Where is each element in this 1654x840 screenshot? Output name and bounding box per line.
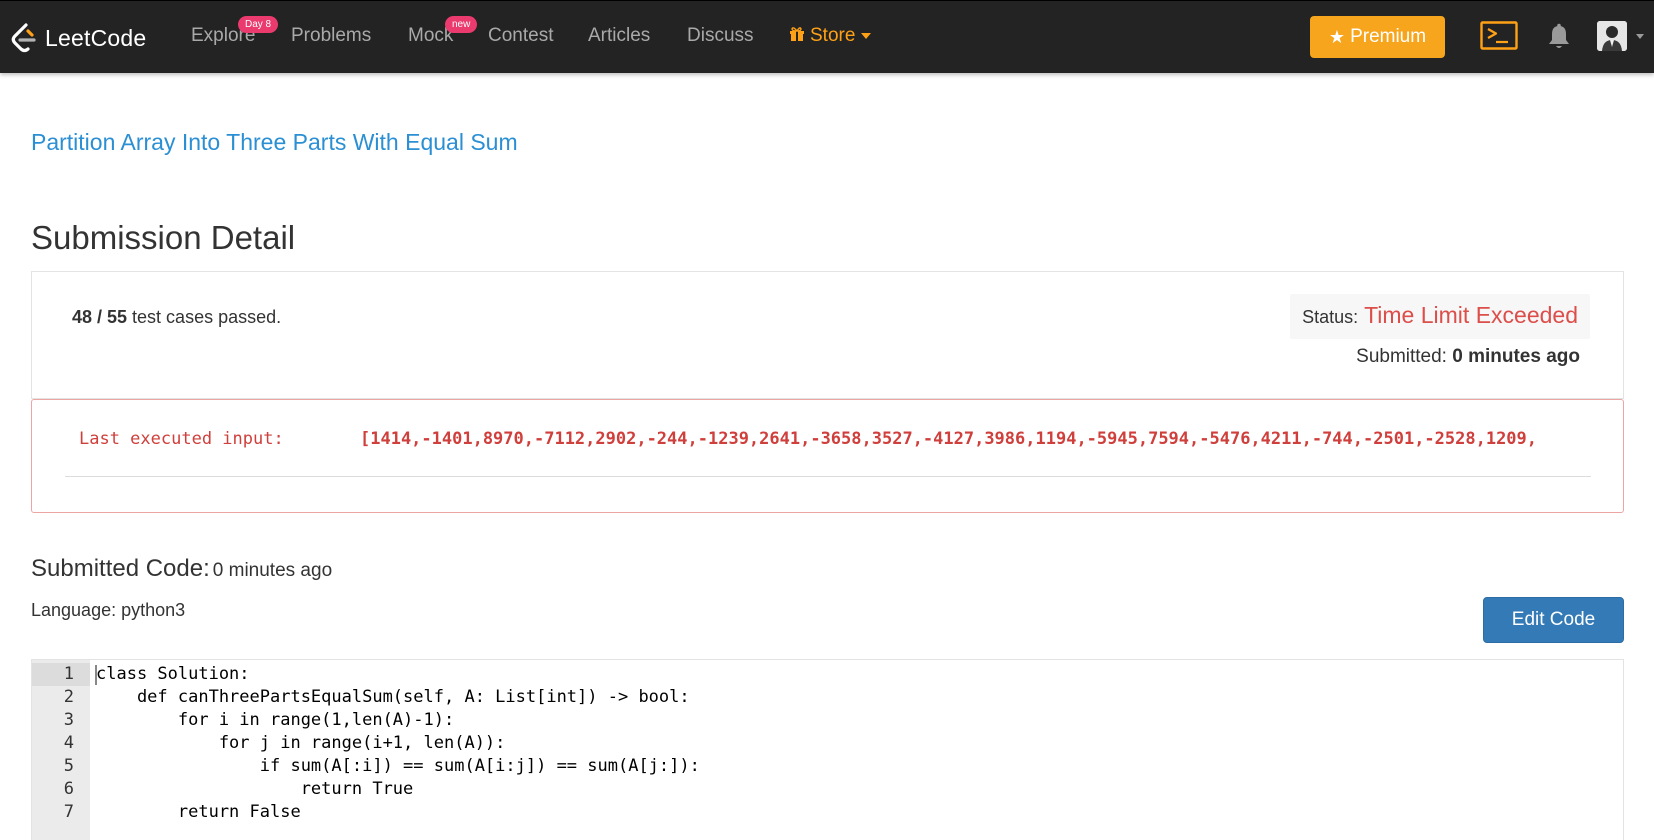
chevron-down-icon — [861, 33, 872, 39]
line-number: 5 — [63, 756, 74, 776]
nav-discuss[interactable]: Discuss — [687, 25, 754, 47]
problem-title-link[interactable]: Partition Array Into Three Parts With Eq… — [31, 129, 518, 156]
submission-summary: 48 / 55 test cases passed. Status: Time … — [31, 271, 1624, 399]
leetcode-logo-icon — [11, 23, 36, 53]
bell-icon[interactable] — [1546, 23, 1572, 51]
line-number: 1 — [63, 664, 74, 684]
submitted-label: Submitted: — [1356, 346, 1447, 367]
line-number: 6 — [63, 779, 74, 799]
status-value[interactable]: Time Limit Exceeded — [1364, 302, 1578, 329]
test-cases-passed: 48 / 55 test cases passed. — [72, 307, 281, 328]
language-label: Language: — [31, 600, 117, 620]
premium-label: Premium — [1350, 26, 1427, 47]
console-icon[interactable] — [1480, 21, 1518, 51]
top-navbar: LeetCode Explore Day 8 Problems Mock new… — [0, 0, 1654, 73]
code-line[interactable]: if sum(A[:i]) == sum(A[i:j]) == sum(A[j:… — [96, 755, 700, 778]
line-number: 3 — [63, 710, 74, 730]
language-value: python3 — [121, 600, 186, 620]
divider — [65, 476, 1591, 477]
avatar-chevron-down-icon[interactable] — [1636, 34, 1644, 39]
code-line[interactable]: for i in range(1,len(A)-1): — [96, 709, 454, 732]
gift-icon — [789, 26, 805, 47]
submitted-time: Submitted: 0 minutes ago — [1356, 346, 1580, 368]
brand-name: LeetCode — [45, 24, 147, 51]
mock-badge: new — [445, 16, 478, 33]
last-input-row: Last executed input: [1414,-1401,8970,-71… — [79, 429, 1587, 449]
status-block: Status: Time Limit Exceeded — [1290, 294, 1590, 339]
brand[interactable]: LeetCode — [10, 18, 146, 58]
premium-button[interactable]: ★ Premium — [1310, 16, 1445, 58]
submitted-code-heading: Submitted Code: 0 minutes ago — [31, 555, 332, 583]
nav-articles[interactable]: Articles — [588, 25, 650, 47]
code-line[interactable]: class Solution: — [96, 663, 250, 686]
nav-contest[interactable]: Contest — [488, 25, 553, 47]
language-line: Language: python3 — [31, 600, 185, 621]
line-number: 7 — [63, 802, 74, 822]
submitted-value: 0 minutes ago — [1452, 346, 1580, 367]
last-input-panel: Last executed input: [1414,-1401,8970,-71… — [31, 399, 1624, 513]
star-icon: ★ — [1328, 26, 1346, 47]
last-input-value: [1414,-1401,8970,-7112,2902,-244,-1239,2… — [360, 429, 1538, 449]
explore-badge: Day 8 — [238, 16, 279, 33]
submitted-code-label: Submitted Code: — [31, 555, 210, 582]
avatar[interactable] — [1597, 21, 1627, 51]
status-label: Status: — [1302, 307, 1359, 327]
last-input-label: Last executed input: — [79, 429, 284, 449]
code-editor[interactable]: 1 2 3 4 5 6 7 class Solution: def canThr… — [31, 659, 1624, 840]
line-number: 4 — [63, 733, 74, 753]
line-number: 2 — [63, 687, 74, 707]
nav-store[interactable]: Store — [789, 25, 872, 47]
code-line[interactable]: for j in range(i+1, len(A)): — [96, 732, 506, 755]
page-title: Submission Detail — [31, 219, 296, 256]
store-label: Store — [810, 25, 856, 46]
code-line[interactable]: def canThreePartsEqualSum(self, A: List[… — [96, 686, 690, 709]
submitted-code-time: 0 minutes ago — [212, 560, 333, 581]
nav-problems[interactable]: Problems — [291, 25, 371, 47]
code-line[interactable]: return False — [96, 801, 301, 824]
edit-code-button[interactable]: Edit Code — [1483, 597, 1624, 643]
passed-suffix: test cases passed. — [127, 307, 282, 327]
code-line[interactable]: return True — [96, 778, 414, 801]
passed-count: 48 / 55 — [72, 307, 128, 327]
